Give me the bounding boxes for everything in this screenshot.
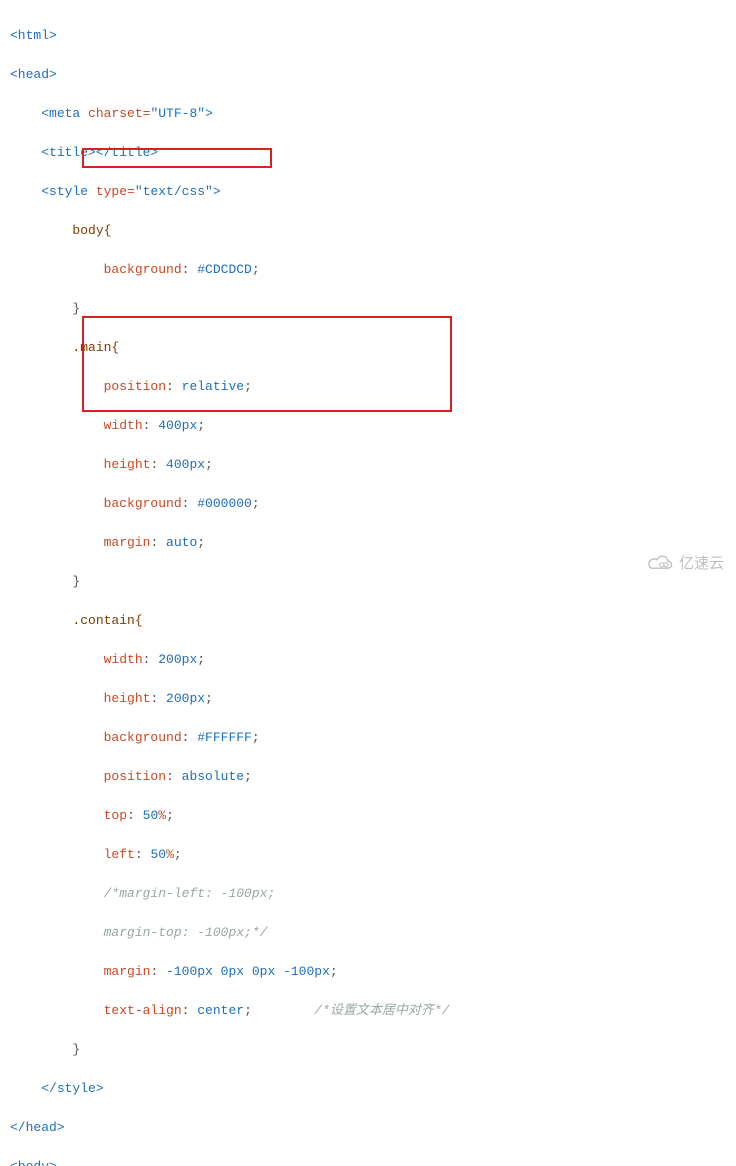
watermark: 亿速云 bbox=[647, 553, 724, 576]
code-line: /*margin-left: -100px; bbox=[10, 884, 726, 904]
attr: type= bbox=[96, 184, 135, 199]
comment: margin-top: -100px;*/ bbox=[104, 925, 268, 940]
val: "text/css" bbox=[135, 184, 213, 199]
code-line: background: #CDCDCD; bbox=[10, 260, 726, 280]
prop: height bbox=[104, 457, 151, 472]
code-line: position: absolute; bbox=[10, 767, 726, 787]
pct: % bbox=[166, 847, 174, 862]
cssval: relative bbox=[182, 379, 244, 394]
code-line: left: 50%; bbox=[10, 845, 726, 865]
prop: left bbox=[104, 847, 135, 862]
code-line: width: 200px; bbox=[10, 650, 726, 670]
prop: top bbox=[104, 808, 127, 823]
code-line: </style> bbox=[10, 1079, 726, 1099]
code-line: <meta charset="UTF-8"> bbox=[10, 104, 726, 124]
code-line: } bbox=[10, 299, 726, 319]
watermark-text: 亿速云 bbox=[679, 553, 724, 576]
selector: body{ bbox=[72, 223, 111, 238]
prop: background bbox=[104, 496, 182, 511]
val: "UTF-8" bbox=[150, 106, 205, 121]
code-line: body{ bbox=[10, 221, 726, 241]
prop: position bbox=[104, 379, 166, 394]
code-line: margin: -100px 0px 0px -100px; bbox=[10, 962, 726, 982]
code-line: height: 200px; bbox=[10, 689, 726, 709]
code-line: .main{ bbox=[10, 338, 726, 358]
num: 50 bbox=[150, 847, 166, 862]
tag: </head> bbox=[10, 1120, 65, 1135]
code-block: <html> <head> <meta charset="UTF-8"> <ti… bbox=[0, 0, 736, 583]
code-line: <head> bbox=[10, 65, 726, 85]
attr: charset= bbox=[88, 106, 150, 121]
cssval: #000000 bbox=[197, 496, 252, 511]
cssval: 400px bbox=[158, 418, 197, 433]
code-line: text-align: center; /*设置文本居中对齐*/ bbox=[10, 1001, 726, 1021]
code-line: <body> bbox=[10, 1157, 726, 1166]
selector: .main{ bbox=[72, 340, 119, 355]
cssval: #CDCDCD bbox=[197, 262, 252, 277]
brace: } bbox=[72, 574, 80, 589]
tag: <html> bbox=[10, 28, 57, 43]
tag: <head> bbox=[10, 67, 57, 82]
cssval: #FFFFFF bbox=[197, 730, 252, 745]
tag: <body> bbox=[10, 1159, 57, 1166]
prop: width bbox=[104, 418, 143, 433]
code-line: } bbox=[10, 1040, 726, 1060]
prop: background bbox=[104, 730, 182, 745]
pct: % bbox=[158, 808, 166, 823]
code-line: .contain{ bbox=[10, 611, 726, 631]
prop: position bbox=[104, 769, 166, 784]
tag: <meta bbox=[41, 106, 88, 121]
tag: > bbox=[205, 106, 213, 121]
code-line: height: 400px; bbox=[10, 455, 726, 475]
code-line: background: #000000; bbox=[10, 494, 726, 514]
num: 50 bbox=[143, 808, 159, 823]
tag: <title></title> bbox=[41, 145, 158, 160]
code-line: } bbox=[10, 572, 726, 592]
cssval: 200px bbox=[166, 691, 205, 706]
prop: background bbox=[104, 262, 182, 277]
cloud-icon bbox=[647, 554, 675, 574]
prop: width bbox=[104, 652, 143, 667]
selector: .contain{ bbox=[72, 613, 142, 628]
code-line: margin-top: -100px;*/ bbox=[10, 923, 726, 943]
tag: <style bbox=[41, 184, 96, 199]
tag: > bbox=[213, 184, 221, 199]
prop: margin bbox=[104, 535, 151, 550]
code-line: <style type="text/css"> bbox=[10, 182, 726, 202]
comment: /*设置文本居中对齐*/ bbox=[314, 1003, 449, 1018]
code-line: <html> bbox=[10, 26, 726, 46]
code-line: background: #FFFFFF; bbox=[10, 728, 726, 748]
tag: </style> bbox=[41, 1081, 103, 1096]
code-line: </head> bbox=[10, 1118, 726, 1138]
highlight-box bbox=[82, 316, 452, 412]
code-line: margin: auto; bbox=[10, 533, 726, 553]
cssval: center bbox=[197, 1003, 244, 1018]
prop: text-align bbox=[104, 1003, 182, 1018]
comment: /*margin-left: -100px; bbox=[104, 886, 276, 901]
code-line: top: 50%; bbox=[10, 806, 726, 826]
brace: } bbox=[72, 1042, 80, 1057]
prop: height bbox=[104, 691, 151, 706]
cssval: 400px bbox=[166, 457, 205, 472]
cssval: auto bbox=[166, 535, 197, 550]
brace: } bbox=[72, 301, 80, 316]
code-line: width: 400px; bbox=[10, 416, 726, 436]
prop: margin bbox=[104, 964, 151, 979]
code-line: <title></title> bbox=[10, 143, 726, 163]
cssval: absolute bbox=[182, 769, 244, 784]
code-line: position: relative; bbox=[10, 377, 726, 397]
cssval: -100px 0px 0px -100px bbox=[166, 964, 330, 979]
cssval: 200px bbox=[158, 652, 197, 667]
